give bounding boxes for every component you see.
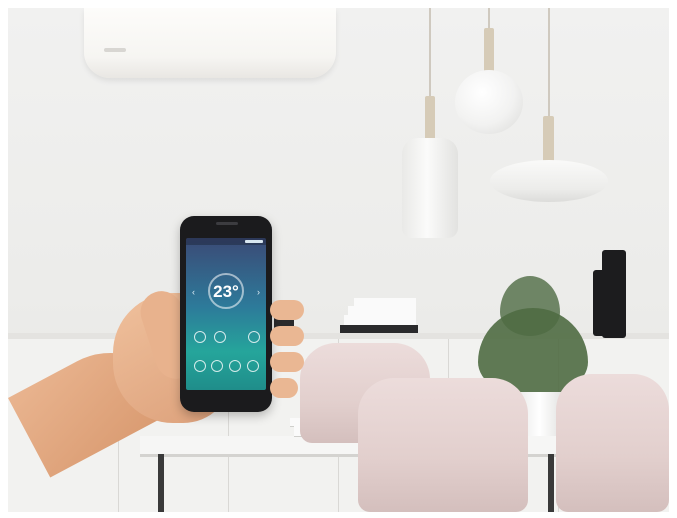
lamp-socket <box>484 28 494 74</box>
dish-pendant-lamp <box>490 160 608 202</box>
power-button[interactable] <box>194 331 206 343</box>
plant-foliage <box>500 276 560 336</box>
lamp-cord <box>548 8 550 120</box>
phone-speaker <box>216 222 238 225</box>
fan-button[interactable] <box>194 360 206 372</box>
sleep-button[interactable] <box>229 360 241 372</box>
timer-button[interactable] <box>211 360 223 372</box>
ac-logo <box>104 48 126 52</box>
dining-chair <box>358 378 528 512</box>
dark-book <box>340 325 418 333</box>
swing-button[interactable] <box>248 331 260 343</box>
table-leg <box>548 454 554 512</box>
finger <box>270 300 304 320</box>
ac-remote-app-screen: 23° ‹ › <box>186 238 266 390</box>
finger <box>270 352 304 372</box>
dining-chair <box>556 374 669 512</box>
lamp-socket <box>543 116 554 164</box>
more-button[interactable] <box>247 360 259 372</box>
cylinder-pendant-lamp <box>402 138 458 238</box>
lamp-cord <box>429 8 431 100</box>
lamp-socket <box>425 96 435 140</box>
table-leg <box>158 454 164 512</box>
photo-scene: 23° ‹ › <box>0 0 677 518</box>
temp-down-icon[interactable]: ‹ <box>192 287 195 297</box>
globe-pendant-lamp <box>455 70 523 134</box>
mode-button[interactable] <box>214 331 226 343</box>
finger <box>270 326 304 346</box>
temperature-readout: 23° <box>213 282 239 301</box>
finger <box>270 378 298 398</box>
air-conditioner-unit <box>84 8 336 78</box>
battery-icon <box>245 240 263 243</box>
black-vase <box>602 250 626 338</box>
temp-up-icon[interactable]: › <box>257 287 260 297</box>
living-room: 23° ‹ › <box>8 8 669 512</box>
